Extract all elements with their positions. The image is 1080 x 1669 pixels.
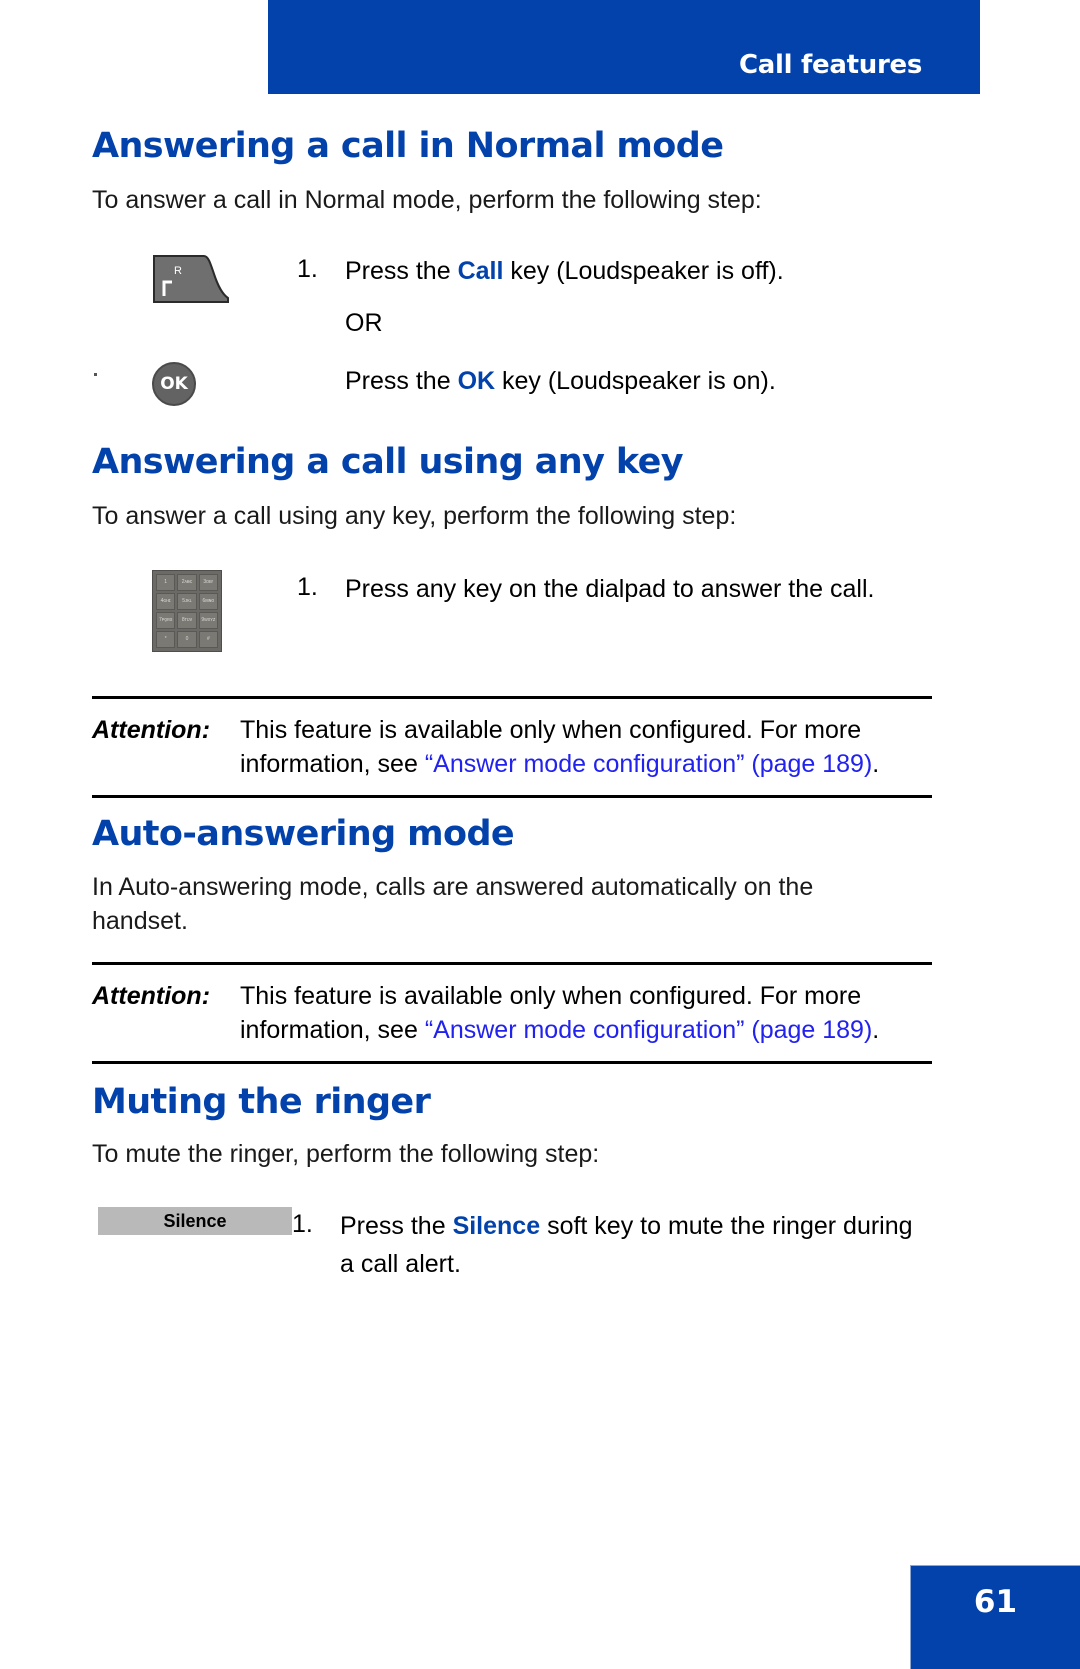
step-press-silence-softkey: Silence 1. Press the Silence soft key to… — [92, 1207, 932, 1283]
ok-key-icon-cell: OK — [92, 362, 297, 406]
step-text-after: key (Loudspeaker is off). — [503, 257, 784, 285]
dialpad-key-0: 1 — [156, 574, 176, 591]
dialpad-key-3: 4ɢʜɪ — [156, 593, 176, 610]
step-text: Press the OK key (Loudspeaker is on). — [345, 362, 776, 400]
page-header-title: Call features — [739, 50, 922, 80]
silence-softkey-cell: Silence — [92, 1207, 292, 1235]
section-intro-answering-normal-mode: To answer a call in Normal mode, perform… — [92, 183, 932, 217]
attention-line-2-before: information, see — [240, 1016, 425, 1044]
section-heading-muting-ringer: Muting the ringer — [92, 1082, 431, 1122]
attention-label: Attention: — [92, 716, 211, 744]
attention-text: This feature is available only when conf… — [240, 979, 879, 1047]
section-intro-auto-answering-mode: In Auto-answering mode, calls are answer… — [92, 870, 882, 938]
step-press-any-key: 1 2ᴀᴃᴄ 3ᴅᴇғ 4ɢʜɪ 5ᴊᴋʟ 6ᴍɴᴏ 7ᴘǫʀs 8ᴛᴜᴠ 9ᴡxʏᴢ * 0 # 1… — [92, 570, 932, 652]
page-header-bar: Call features — [268, 0, 980, 94]
keyword-ok: OK — [457, 367, 496, 395]
silence-softkey[interactable]: Silence — [98, 1207, 292, 1235]
keyword-silence: Silence — [452, 1212, 541, 1240]
dialpad-icon: 1 2ᴀᴃᴄ 3ᴅᴇғ 4ɢʜɪ 5ᴊᴋʟ 6ᴍɴᴏ 7ᴘǫʀs 8ᴛᴜᴠ 9ᴡxʏᴢ * 0 # — [152, 570, 222, 652]
attention-line-1: This feature is available only when conf… — [240, 716, 862, 744]
call-key-icon: R — [152, 252, 230, 304]
step-number: 1. — [292, 1210, 313, 1238]
attention-line-2-after: . — [872, 750, 880, 778]
attention-label: Attention: — [92, 982, 211, 1010]
attention-text: This feature is available only when conf… — [240, 713, 879, 781]
step-text: Press the Silence soft key to mute the r… — [340, 1207, 930, 1283]
section-intro-muting-ringer: To mute the ringer, perform the followin… — [92, 1137, 932, 1171]
section-answering-normal-mode: Answering a call in Normal mode — [92, 126, 932, 166]
section-heading-answering-any-key: Answering a call using any key — [92, 442, 684, 482]
attention-line-1: This feature is available only when conf… — [240, 982, 862, 1010]
section-intro-answering-any-key: To answer a call using any key, perform … — [92, 499, 932, 533]
dialpad-key-4: 5ᴊᴋʟ — [177, 593, 197, 610]
attention-line-2-before: information, see — [240, 750, 425, 778]
step-text-before: Press the — [345, 367, 458, 395]
dialpad-key-11: # — [198, 631, 218, 648]
step-number: 1. — [297, 573, 318, 601]
intro-text: To answer a call in Normal mode, perform… — [92, 186, 762, 214]
call-key-icon-cell: R — [92, 252, 297, 304]
step-text-before: Press the — [345, 257, 458, 285]
step-text: Press any key on the dialpad to answer t… — [345, 575, 875, 603]
step-press-call-key: R 1. Press the Call key (Loudspeaker is … — [92, 252, 932, 304]
step-number: 1. — [297, 255, 318, 283]
dialpad-key-10: 0 — [177, 631, 197, 648]
dialpad-key-2: 3ᴅᴇғ — [198, 574, 218, 591]
step-or-separator: OR — [92, 304, 932, 342]
keyword-call: Call — [457, 257, 504, 285]
cross-reference-link[interactable]: “Answer mode configuration” (page 189) — [425, 1016, 872, 1044]
section-heading-answering-normal-mode: Answering a call in Normal mode — [92, 126, 724, 166]
dialpad-key-8: 9ᴡxʏᴢ — [198, 612, 218, 629]
step-text: Press the Call key (Loudspeaker is off). — [345, 252, 784, 290]
dialpad-key-7: 8ᴛᴜᴠ — [177, 612, 197, 629]
step-text-after: key (Loudspeaker is on). — [495, 367, 776, 395]
ok-key-icon: OK — [152, 362, 196, 406]
section-muting-ringer: Muting the ringer — [92, 1082, 932, 1122]
dialpad-icon-cell: 1 2ᴀᴃᴄ 3ᴅᴇғ 4ɢʜɪ 5ᴊᴋʟ 6ᴍɴᴏ 7ᴘǫʀs 8ᴛᴜᴠ 9ᴡxʏᴢ * 0 # — [92, 570, 297, 652]
call-key-label-r: R — [174, 265, 182, 277]
attention-line-2-after: . — [872, 1016, 880, 1044]
step-press-ok-key: OK Press the OK key (Loudspeaker is on). — [92, 362, 932, 406]
step-text-before: Press the — [340, 1212, 453, 1240]
section-auto-answering-mode: Auto-answering mode — [92, 814, 932, 854]
footer-page-number: 61 — [910, 1565, 1080, 1669]
dialpad-key-1: 2ᴀᴃᴄ — [177, 574, 197, 591]
dialpad-key-5: 6ᴍɴᴏ — [198, 593, 218, 610]
dialpad-key-6: 7ᴘǫʀs — [156, 612, 176, 629]
intro-text: In Auto-answering mode, calls are answer… — [92, 873, 814, 935]
intro-text: To mute the ringer, perform the followin… — [92, 1140, 600, 1168]
attention-block-2: Attention: This feature is available onl… — [92, 962, 932, 1064]
cross-reference-link[interactable]: “Answer mode configuration” (page 189) — [425, 750, 872, 778]
dialpad-key-9: * — [156, 631, 176, 648]
section-heading-auto-answering-mode: Auto-answering mode — [92, 814, 515, 854]
attention-block-1: Attention: This feature is available onl… — [92, 696, 932, 798]
section-answering-any-key: Answering a call using any key — [92, 442, 932, 482]
intro-text: To answer a call using any key, perform … — [92, 502, 737, 530]
or-label: OR — [345, 309, 383, 337]
